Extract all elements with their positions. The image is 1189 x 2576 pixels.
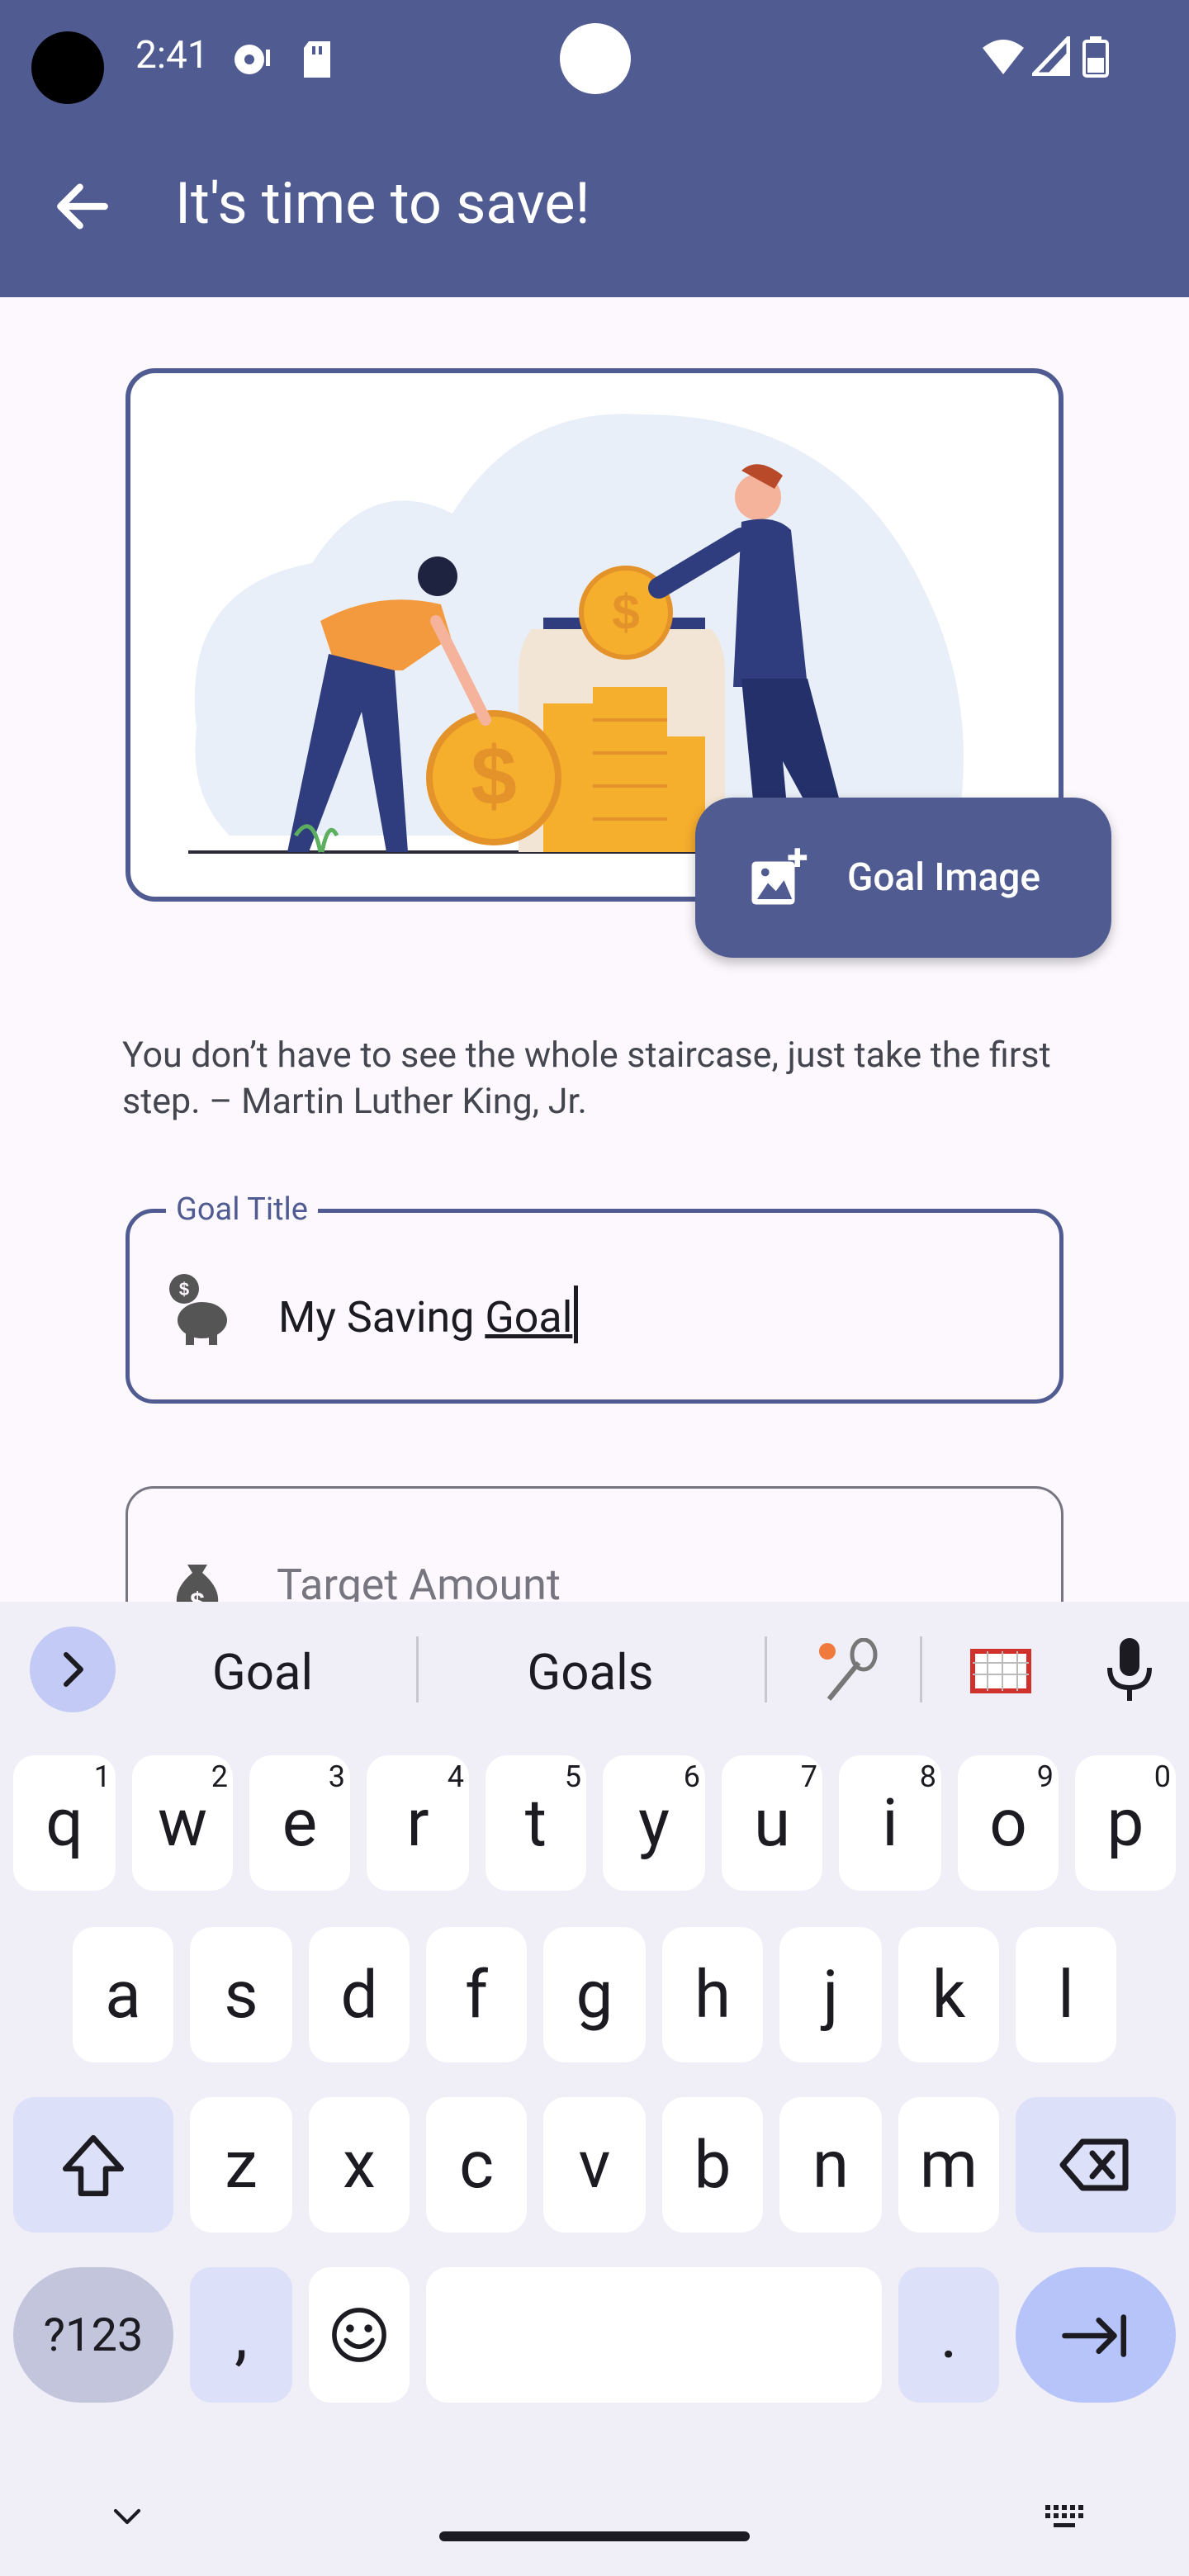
media-icon [234,45,270,74]
key-k[interactable]: k [898,1927,999,2062]
key-z[interactable]: z [190,2097,292,2233]
key-f[interactable]: f [426,1927,527,2062]
key-h[interactable]: h [662,1927,763,2062]
front-camera [31,31,104,104]
key-o[interactable]: o9 [958,1755,1059,1891]
key-p[interactable]: p0 [1075,1755,1176,1891]
suggestion-2[interactable]: Goals [495,1643,685,1702]
key-t[interactable]: t5 [486,1755,586,1891]
key-b[interactable]: b [662,2097,763,2233]
app-bar: It's time to save! [0,116,1189,297]
shift-key[interactable] [13,2097,173,2233]
goal-title-field[interactable]: Goal Title $ My Saving Goal [126,1191,1063,1404]
shift-icon [62,2134,125,2197]
hide-keyboard-icon[interactable] [104,2493,150,2540]
key-g[interactable]: g [543,1927,646,2062]
backspace-icon [1059,2138,1129,2191]
backspace-key[interactable] [1016,2097,1176,2233]
back-arrow-icon[interactable] [50,173,116,239]
emoji-icon [332,2308,386,2362]
svg-text:$: $ [471,730,517,822]
spacebar[interactable] [426,2267,882,2403]
emoji-key[interactable] [309,2267,410,2403]
expand-toolbar-button[interactable] [30,1627,116,1712]
goal-image-label: Goal Image [847,855,1040,900]
key-s[interactable]: s [190,1927,292,2062]
piggy-bank-icon: $ [169,1274,227,1345]
key-a[interactable]: a [73,1927,173,2062]
key-i[interactable]: i8 [839,1755,941,1891]
svg-text:$: $ [612,585,639,640]
gesture-navigation-bar[interactable] [439,2531,750,2541]
goal-title-input[interactable]: My Saving Goal [278,1286,579,1343]
key-u[interactable]: u7 [722,1755,822,1891]
status-bar: 2:41 [0,0,1189,116]
key-w[interactable]: w2 [132,1755,233,1891]
soft-keyboard: Goal Goals q1 w2 e3 r4 t5 y6 u7 i8 o9 p0… [0,1602,1189,2576]
key-j[interactable]: j [779,1927,882,2062]
notification-pill [560,23,631,94]
sd-card-icon [304,41,330,78]
goal-title-label: Goal Title [166,1191,318,1228]
keyboard-switch-icon[interactable] [1042,2495,1092,2541]
goal-net-emoji[interactable] [968,1638,1034,1704]
divider [416,1636,419,1702]
lacrosse-emoji[interactable] [812,1638,879,1704]
key-q[interactable]: q1 [13,1755,116,1891]
key-n[interactable]: n [779,2097,882,2233]
key-d[interactable]: d [309,1927,410,2062]
microphone-icon[interactable] [1101,1635,1158,1704]
divider [920,1636,922,1702]
wifi-icon [983,40,1024,74]
period-key[interactable]: . [898,2267,999,2403]
battery-icon [1082,36,1109,78]
key-c[interactable]: c [426,2097,527,2233]
key-y[interactable]: y6 [603,1755,705,1891]
suggestion-strip: Goal Goals [0,1602,1189,1734]
goal-image-button[interactable]: Goal Image [695,798,1111,958]
cellular-icon [1032,36,1070,76]
key-m[interactable]: m [898,2097,999,2233]
add-photo-icon [751,848,808,905]
comma-key[interactable]: , [190,2267,292,2403]
next-field-key[interactable] [1016,2267,1176,2403]
chevron-right-icon [64,1652,83,1687]
divider [765,1636,767,1702]
suggestion-1[interactable]: Goal [180,1643,345,1702]
page-title: It's time to save! [175,170,590,238]
key-r[interactable]: r4 [367,1755,469,1891]
key-v[interactable]: v [543,2097,646,2233]
tab-arrow-icon [1062,2314,1127,2357]
key-x[interactable]: x [309,2097,410,2233]
svg-text:$: $ [179,1279,189,1300]
key-e[interactable]: e3 [249,1755,350,1891]
text-cursor [574,1286,579,1343]
status-time: 2:41 [135,33,209,78]
motivational-quote: You don’t have to see the whole staircas… [122,1035,1051,1122]
key-l[interactable]: l [1016,1927,1116,2062]
symbols-key[interactable]: ?123 [13,2267,173,2403]
